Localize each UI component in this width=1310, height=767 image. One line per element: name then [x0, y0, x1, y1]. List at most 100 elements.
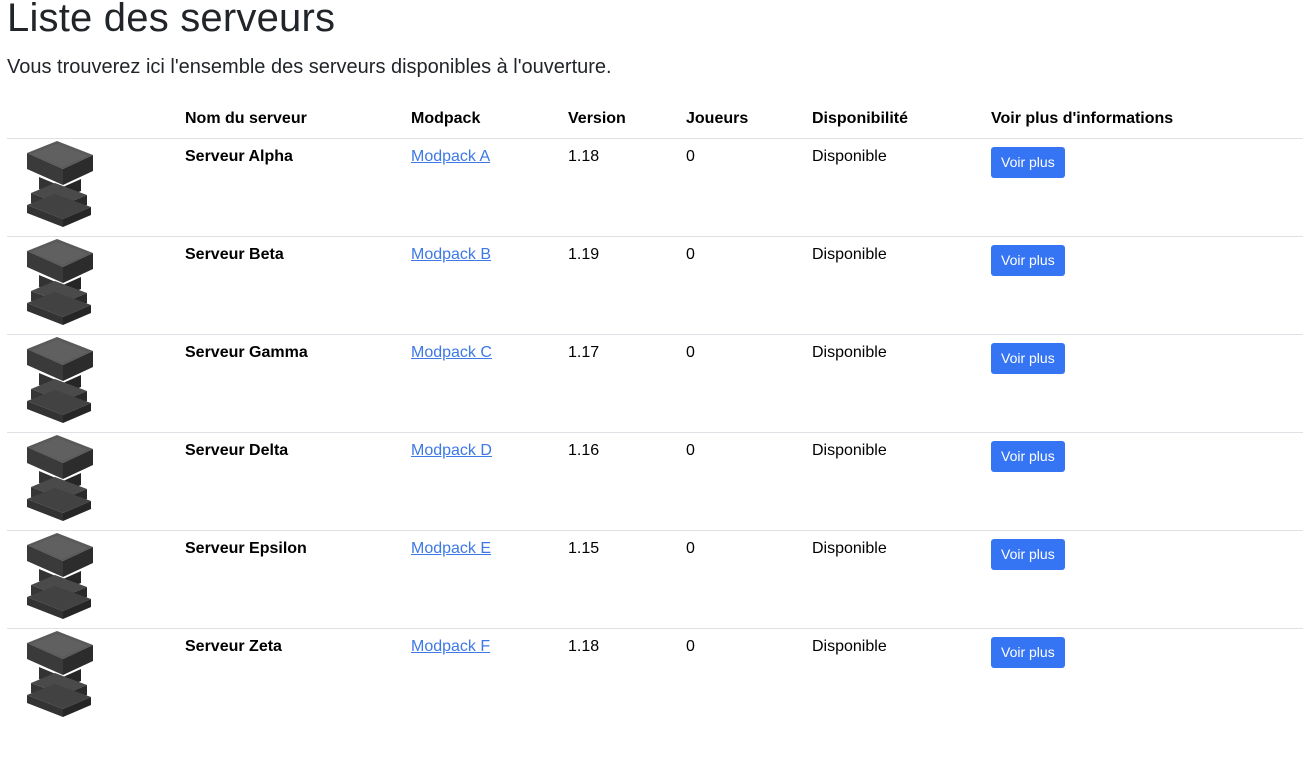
- availability-status: Disponible: [812, 638, 887, 655]
- server-table: Nom du serveur Modpack Version Joueurs D…: [7, 102, 1303, 727]
- players-cell: 0: [678, 236, 804, 335]
- table-row: Serveur Epsilon Modpack E 1.15 0 Disponi…: [7, 530, 1303, 629]
- more-cell: Voir plus: [983, 629, 1303, 727]
- server-image-cell: [7, 138, 177, 237]
- player-count: 0: [686, 540, 695, 557]
- player-count: 0: [686, 638, 695, 655]
- anvil-icon: [27, 239, 93, 325]
- server-name: Serveur Delta: [185, 442, 289, 459]
- header-image: [7, 102, 177, 139]
- version-cell: 1.16: [560, 432, 678, 531]
- voir-plus-button[interactable]: Voir plus: [991, 343, 1065, 374]
- version-cell: 1.15: [560, 530, 678, 629]
- header-players: Joueurs: [678, 102, 804, 139]
- server-name-cell: Serveur Alpha: [177, 138, 403, 237]
- modpack-link[interactable]: Modpack C: [411, 344, 492, 361]
- server-name: Serveur Zeta: [185, 638, 282, 655]
- voir-plus-button[interactable]: Voir plus: [991, 637, 1065, 668]
- header-more: Voir plus d'informations: [983, 102, 1303, 139]
- header-modpack: Modpack: [403, 102, 560, 139]
- server-name: Serveur Beta: [185, 246, 284, 263]
- availability-status: Disponible: [812, 148, 887, 165]
- player-count: 0: [686, 344, 695, 361]
- availability-cell: Disponible: [804, 530, 983, 629]
- availability-cell: Disponible: [804, 334, 983, 433]
- server-image-cell: [7, 530, 177, 629]
- server-image-cell: [7, 629, 177, 727]
- server-name-cell: Serveur Zeta: [177, 629, 403, 727]
- table-row: Serveur Alpha Modpack A 1.18 0 Disponibl…: [7, 138, 1303, 237]
- version-cell: 1.19: [560, 236, 678, 335]
- modpack-cell: Modpack A: [403, 138, 560, 237]
- modpack-cell: Modpack F: [403, 629, 560, 727]
- page: Liste des serveurs Vous trouverez ici l'…: [0, 0, 1310, 767]
- more-cell: Voir plus: [983, 138, 1303, 237]
- voir-plus-button[interactable]: Voir plus: [991, 441, 1065, 472]
- more-cell: Voir plus: [983, 236, 1303, 335]
- players-cell: 0: [678, 432, 804, 531]
- header-availability: Disponibilité: [804, 102, 983, 139]
- page-subtitle: Vous trouverez ici l'ensemble des serveu…: [7, 56, 612, 78]
- table-row: Serveur Beta Modpack B 1.19 0 Disponible…: [7, 236, 1303, 335]
- availability-cell: Disponible: [804, 236, 983, 335]
- server-version: 1.18: [568, 638, 600, 655]
- server-version: 1.18: [568, 148, 600, 165]
- table-row: Serveur Gamma Modpack C 1.17 0 Disponibl…: [7, 334, 1303, 433]
- version-cell: 1.18: [560, 629, 678, 727]
- voir-plus-button[interactable]: Voir plus: [991, 245, 1065, 276]
- server-name-cell: Serveur Delta: [177, 432, 403, 531]
- players-cell: 0: [678, 629, 804, 727]
- server-name-cell: Serveur Beta: [177, 236, 403, 335]
- availability-status: Disponible: [812, 344, 887, 361]
- player-count: 0: [686, 148, 695, 165]
- availability-cell: Disponible: [804, 629, 983, 727]
- anvil-icon: [27, 337, 93, 423]
- players-cell: 0: [678, 530, 804, 629]
- server-name: Serveur Alpha: [185, 148, 293, 165]
- server-version: 1.19: [568, 246, 600, 263]
- server-version: 1.16: [568, 442, 600, 459]
- server-name-cell: Serveur Gamma: [177, 334, 403, 433]
- table-row: Serveur Zeta Modpack F 1.18 0 Disponible…: [7, 629, 1303, 727]
- header-name: Nom du serveur: [177, 102, 403, 139]
- server-name-cell: Serveur Epsilon: [177, 530, 403, 629]
- table-row: Serveur Delta Modpack D 1.16 0 Disponibl…: [7, 432, 1303, 531]
- voir-plus-button[interactable]: Voir plus: [991, 147, 1065, 178]
- modpack-link[interactable]: Modpack A: [411, 148, 490, 165]
- more-cell: Voir plus: [983, 334, 1303, 433]
- more-cell: Voir plus: [983, 530, 1303, 629]
- server-name: Serveur Gamma: [185, 344, 308, 361]
- availability-status: Disponible: [812, 442, 887, 459]
- server-image-cell: [7, 334, 177, 433]
- voir-plus-button[interactable]: Voir plus: [991, 539, 1065, 570]
- player-count: 0: [686, 246, 695, 263]
- modpack-cell: Modpack B: [403, 236, 560, 335]
- version-cell: 1.18: [560, 138, 678, 237]
- anvil-icon: [27, 533, 93, 619]
- header-version: Version: [560, 102, 678, 139]
- modpack-cell: Modpack D: [403, 432, 560, 531]
- anvil-icon: [27, 435, 93, 521]
- table-header-row: Nom du serveur Modpack Version Joueurs D…: [7, 102, 1303, 139]
- server-version: 1.15: [568, 540, 600, 557]
- page-title: Liste des serveurs: [7, 0, 336, 40]
- modpack-link[interactable]: Modpack E: [411, 540, 491, 557]
- server-image-cell: [7, 236, 177, 335]
- availability-cell: Disponible: [804, 432, 983, 531]
- modpack-link[interactable]: Modpack D: [411, 442, 492, 459]
- availability-status: Disponible: [812, 540, 887, 557]
- modpack-link[interactable]: Modpack F: [411, 638, 490, 655]
- availability-cell: Disponible: [804, 138, 983, 237]
- more-cell: Voir plus: [983, 432, 1303, 531]
- version-cell: 1.17: [560, 334, 678, 433]
- server-version: 1.17: [568, 344, 600, 361]
- players-cell: 0: [678, 138, 804, 237]
- server-image-cell: [7, 432, 177, 531]
- anvil-icon: [27, 141, 93, 227]
- modpack-cell: Modpack C: [403, 334, 560, 433]
- modpack-link[interactable]: Modpack B: [411, 246, 491, 263]
- availability-status: Disponible: [812, 246, 887, 263]
- modpack-cell: Modpack E: [403, 530, 560, 629]
- player-count: 0: [686, 442, 695, 459]
- players-cell: 0: [678, 334, 804, 433]
